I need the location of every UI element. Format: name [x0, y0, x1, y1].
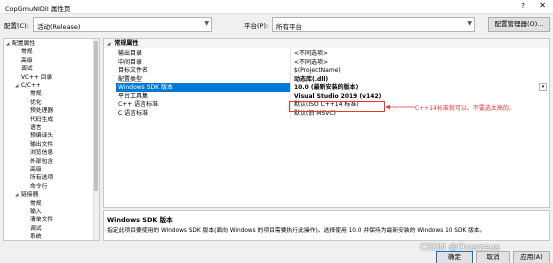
tree-item-label: 语言 — [30, 125, 42, 131]
grid-category-label: 常规属性 — [114, 40, 139, 47]
platform-label: 平台(P): — [244, 22, 269, 30]
ok-button[interactable]: 确定 — [436, 251, 473, 263]
tree-item-label: 配置属性 — [12, 41, 36, 47]
config-select[interactable]: 活动(Release) ▼ — [33, 17, 212, 32]
tree-item-label: 常规 — [30, 91, 42, 98]
property-grid: ◢ 常规属性 输出目录 <不同选项> 中间目录 <不同选项> 目标文件名 $(Projec… — [103, 38, 550, 208]
window-title: CopGmuNIDII 属性页 — [5, 5, 71, 13]
description-title: Windows SDK 版本 — [107, 216, 173, 224]
highlight-box — [289, 101, 385, 112]
property-name: C 语言标准 — [118, 109, 149, 117]
collapse-icon[interactable]: ◢ — [107, 42, 110, 47]
tree-item-label: 系统 — [30, 234, 42, 241]
tree-item-label: C/C++ — [21, 83, 41, 89]
toolbar: 配置(C): 活动(Release) ▼ 平台(P): 所有平台 ▼ 配置管理器… — [0, 14, 553, 36]
tree-item-label: 调试 — [21, 66, 33, 73]
tree-item-label: 链接器 — [21, 192, 39, 199]
annotation-text: C++14标准就可以。不要选太高的。 — [415, 105, 515, 112]
tree-item-label: 输入 — [30, 209, 42, 215]
tree-item[interactable]: 系统 — [24, 233, 42, 241]
close-icon[interactable]: ✕ — [539, 1, 546, 10]
description-panel: Windows SDK 版本 指定此项目要使用的 Windows SDK 版本(… — [103, 210, 550, 241]
tree-item-label: 高级 — [30, 167, 42, 173]
dropdown-arrow-icon[interactable]: ▾ — [539, 83, 547, 91]
chevron-down-icon: ▼ — [467, 20, 472, 27]
chevron-down-icon: ▼ — [204, 20, 209, 27]
property-tree[interactable]: ◢ 配置属性 常规 高级 调试 VC++ 目录 ◢ C/C++ 常规 优化 预处理器 代码生成 语言 预编… — [3, 38, 100, 241]
platform-select[interactable]: 所有平台 ▼ — [272, 17, 475, 32]
tree-scrollbar[interactable] — [93, 39, 99, 240]
config-manager-button[interactable]: 配置管理器(O)... — [488, 17, 550, 32]
help-button[interactable]: ? — [521, 2, 525, 10]
tree-item-label: 代码生成 — [30, 116, 54, 123]
tree-item-label: 优化 — [30, 99, 42, 106]
tree-item-label: 常规 — [21, 49, 33, 56]
tree-item-label: 预处理器 — [30, 108, 54, 115]
description-text: 指定此项目要使用的 Windows SDK 版本(面向 Windows 的项目需… — [107, 228, 486, 234]
title-bar: CopGmuNIDII 属性页 ? ✕ — [0, 0, 553, 14]
tree-item-label: VC++ 目录 — [21, 74, 53, 81]
platform-value: 所有平台 — [276, 23, 302, 31]
config-value: 活动(Release) — [37, 23, 81, 31]
annotation-arrow — [385, 104, 415, 110]
tree-item-label: 所有选项 — [30, 175, 54, 182]
tree-item-label: 输出文件 — [30, 141, 54, 148]
cancel-button[interactable]: 取消 — [476, 251, 510, 263]
tree-item-label: 预编译头 — [30, 133, 54, 140]
tree-item-label: 浏览信息 — [30, 150, 54, 157]
tree-item-label: 清单文件 — [30, 217, 54, 224]
tree-item-label: 高级 — [21, 57, 33, 64]
tree-scrollbar-thumb[interactable] — [94, 41, 98, 191]
apply-button[interactable]: 应用(A) — [513, 251, 550, 263]
tree-item-label: 调试 — [30, 225, 42, 232]
tree-item-label: 命令行 — [30, 183, 48, 190]
tree-item-label: 外部包含 — [30, 158, 54, 165]
grid-category[interactable]: ◢ 常规属性 — [104, 39, 549, 48]
config-label: 配置(C): — [4, 22, 29, 30]
tree-item-label: 常规 — [30, 200, 42, 207]
